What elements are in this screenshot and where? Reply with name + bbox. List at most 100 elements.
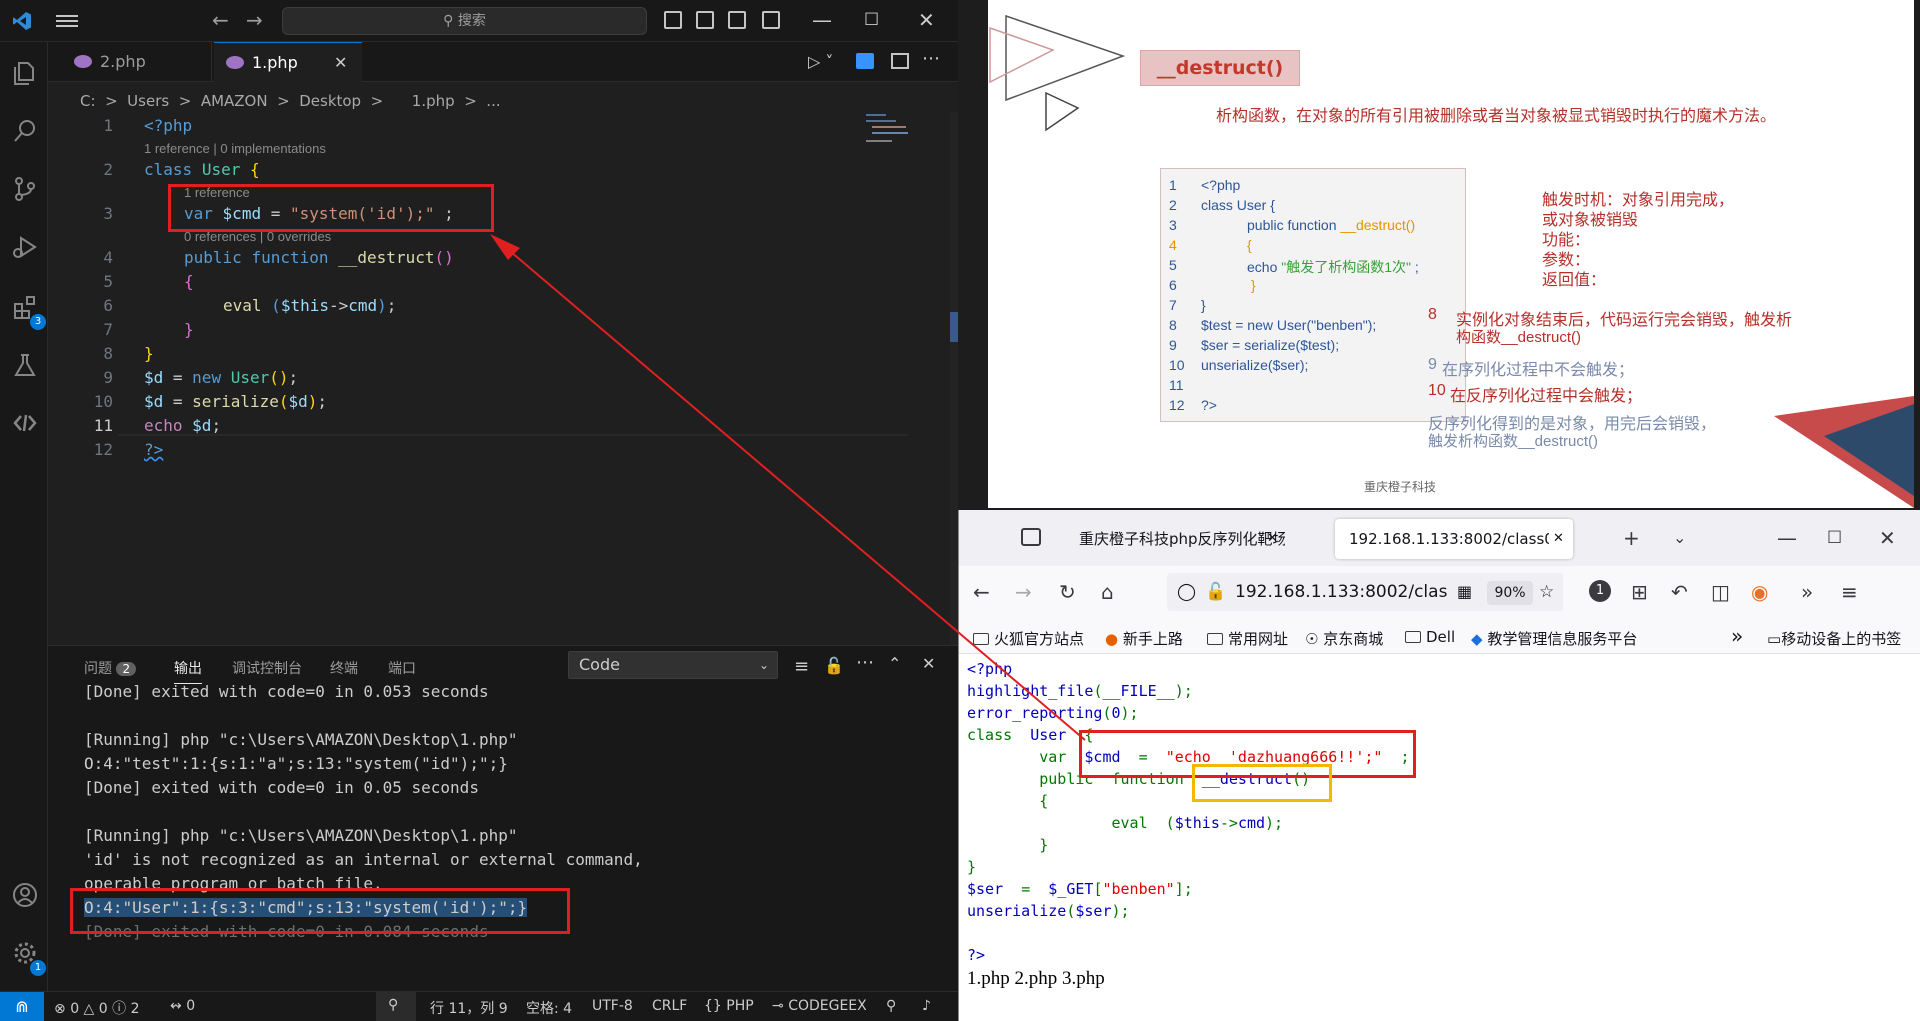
testing-flask-icon[interactable] (12, 352, 38, 378)
undo-arrow-icon[interactable]: ↶ (1671, 580, 1688, 604)
run-debug-icon[interactable] (12, 234, 38, 260)
tab-debug-console[interactable]: 调试控制台 (232, 658, 302, 678)
zoom-level[interactable]: 90% (1487, 581, 1533, 605)
maximize-button[interactable]: ☐ (864, 8, 879, 32)
tab-overview-icon[interactable] (1021, 528, 1041, 546)
more-bookmarks-icon[interactable]: » (1731, 624, 1743, 648)
remote-indicator-icon[interactable]: ⋒ (0, 992, 44, 1021)
browser-tab-range[interactable]: 重庆橙子科技php反序列化靶场 ✕ (1065, 519, 1285, 559)
tab-2-php[interactable]: 2.php (62, 42, 212, 82)
bookmark-folder[interactable]: Dell (1405, 628, 1455, 646)
list-tabs-icon[interactable]: ⌄ (1673, 526, 1686, 550)
bookmark-link[interactable]: ◆ 教学管理信息服务平台 (1471, 628, 1637, 649)
output-line: [Running] php "c:\Users\AMAZON\Desktop\1… (84, 730, 518, 749)
back-arrow-icon[interactable]: ← (212, 10, 229, 30)
more-actions-icon[interactable]: ⋯ (856, 652, 874, 673)
crop-icon[interactable]: ⊞ (1631, 580, 1648, 604)
close-panel-icon[interactable]: ✕ (922, 654, 935, 673)
extensions-badge: 3 (30, 314, 46, 330)
new-tab-icon[interactable]: + (1623, 526, 1640, 550)
run-code-icon[interactable]: ▷ ˅ (808, 52, 833, 71)
toggle-primary-sidebar-icon[interactable] (664, 11, 682, 29)
mobile-bookmarks[interactable]: ▭移动设备上的书签 (1767, 628, 1901, 649)
overflow-menu-icon[interactable]: » (1801, 580, 1813, 604)
encoding[interactable]: UTF-8 (592, 998, 633, 1014)
key-icon[interactable]: ⚲ (886, 998, 896, 1014)
toggle-panel-icon[interactable] (696, 11, 714, 29)
qr-code-icon[interactable]: ▦ (1457, 573, 1472, 611)
zoom-icon[interactable]: ⚲ (376, 992, 416, 1021)
tab-ports[interactable]: 端口 (388, 658, 416, 678)
account-icon[interactable] (12, 882, 38, 908)
source-control-icon[interactable] (12, 176, 38, 202)
output-channel-select[interactable]: Code ⌄ (568, 651, 778, 679)
browser-tab-strip: 重庆橙子科技php反序列化靶场 ✕ 192.168.1.133:8002/clas… (959, 510, 1920, 566)
cursor-position[interactable]: 行 11，列 9 (430, 998, 508, 1018)
tab-terminal[interactable]: 终端 (330, 658, 358, 678)
bookmark-folder[interactable]: 火狐官方站点 (973, 628, 1084, 649)
menu-icon[interactable] (56, 12, 78, 30)
forward-arrow-icon[interactable]: → (1015, 580, 1032, 604)
search-icon: ⚲ (443, 13, 458, 29)
ports-status[interactable]: ↭ 0 (170, 998, 195, 1014)
folder-icon (973, 633, 989, 645)
close-tab-icon[interactable]: ✕ (334, 43, 347, 83)
minimap[interactable] (866, 112, 942, 152)
back-arrow-icon[interactable]: ← (973, 580, 990, 604)
php-preview-icon[interactable] (856, 53, 874, 69)
browser-tab-active[interactable]: 192.168.1.133:8002/class07/3.p✕ (1335, 519, 1573, 559)
close-button[interactable]: ✕ (1879, 526, 1896, 550)
toggle-secondary-sidebar-icon[interactable] (728, 11, 746, 29)
bookmark-link[interactable]: ● 新手上路 (1105, 628, 1183, 649)
url-bar[interactable]: ◯ 🔓 192.168.1.133:8002/clas ▦ 90% ☆ (1167, 573, 1563, 611)
notifications-bell-icon[interactable]: ♪ (922, 998, 931, 1014)
problems-status[interactable]: ⊗ 0 △ 0 ⓘ 2 (54, 998, 140, 1018)
reload-icon[interactable]: ↻ (1059, 580, 1076, 604)
bookmark-link[interactable]: ☉ 京东商城 (1305, 628, 1383, 649)
extension-hamburger-icon[interactable]: ◉ (1751, 580, 1768, 604)
search-icon[interactable] (12, 118, 38, 144)
bookmark-star-icon[interactable]: ☆ (1539, 573, 1554, 611)
close-button[interactable]: ✕ (918, 8, 935, 32)
codegeex-status[interactable]: ⊸ CODEGEEX (772, 998, 867, 1014)
note-8b: 构函数__destruct() (1456, 329, 1582, 346)
command-center-search[interactable]: ⚲ 搜索 (282, 7, 647, 35)
forward-arrow-icon[interactable]: → (246, 10, 263, 30)
indentation[interactable]: 空格: 4 (526, 998, 572, 1018)
output-line: [Done] exited with code=0 in 0.053 secon… (84, 682, 489, 701)
extension-1-icon[interactable]: 1 (1589, 580, 1611, 602)
extensions-puzzle-icon[interactable]: ◫ (1711, 580, 1730, 604)
more-actions-icon[interactable]: ⋯ (922, 48, 940, 69)
note-9-number: 9 (1428, 356, 1437, 373)
source-line: } (967, 836, 1049, 854)
maximize-panel-icon[interactable]: ⌃ (888, 654, 901, 673)
code-line: $d = new User(); (144, 368, 299, 387)
minimize-button[interactable]: — (812, 8, 832, 32)
minimize-button[interactable]: — (1777, 526, 1797, 550)
explorer-icon[interactable] (12, 60, 38, 86)
home-icon[interactable]: ⌂ (1101, 580, 1114, 604)
clear-output-icon[interactable]: ≡ (794, 656, 809, 677)
tab-problems[interactable]: 问题 2 (84, 658, 137, 678)
line-ending[interactable]: CRLF (652, 998, 687, 1014)
code-line: <?php (144, 116, 193, 135)
codelens-class[interactable]: 1 reference | 0 implementations (144, 141, 326, 156)
output-line: 'id' is not recognized as an internal or… (84, 850, 643, 869)
close-tab-icon: ✕ (1553, 531, 1564, 546)
split-editor-icon[interactable] (891, 53, 909, 69)
maximize-button[interactable]: ☐ (1827, 526, 1842, 550)
breadcrumb[interactable]: C: > Users > AMAZON > Desktop > 1.php > … (80, 92, 501, 110)
tab-1-php[interactable]: 1.php ✕ (214, 42, 362, 82)
customize-layout-icon[interactable] (762, 11, 780, 29)
shield-icon[interactable]: ◯ (1177, 573, 1196, 611)
app-menu-icon[interactable]: ≡ (1841, 580, 1858, 604)
insecure-lock-icon[interactable]: 🔓 (1205, 573, 1226, 611)
language-mode[interactable]: {} PHP (704, 998, 754, 1014)
tab-output[interactable]: 输出 (174, 658, 202, 684)
editor-scrollbar[interactable] (950, 112, 958, 652)
codegeex-icon[interactable] (12, 410, 38, 436)
bookmark-folder[interactable]: 常用网址 (1207, 628, 1288, 649)
vscode-logo-icon (13, 12, 31, 30)
slide-footer: 重庆橙子科技 (1364, 480, 1437, 494)
lock-scroll-icon[interactable]: 🔓 (824, 656, 844, 675)
